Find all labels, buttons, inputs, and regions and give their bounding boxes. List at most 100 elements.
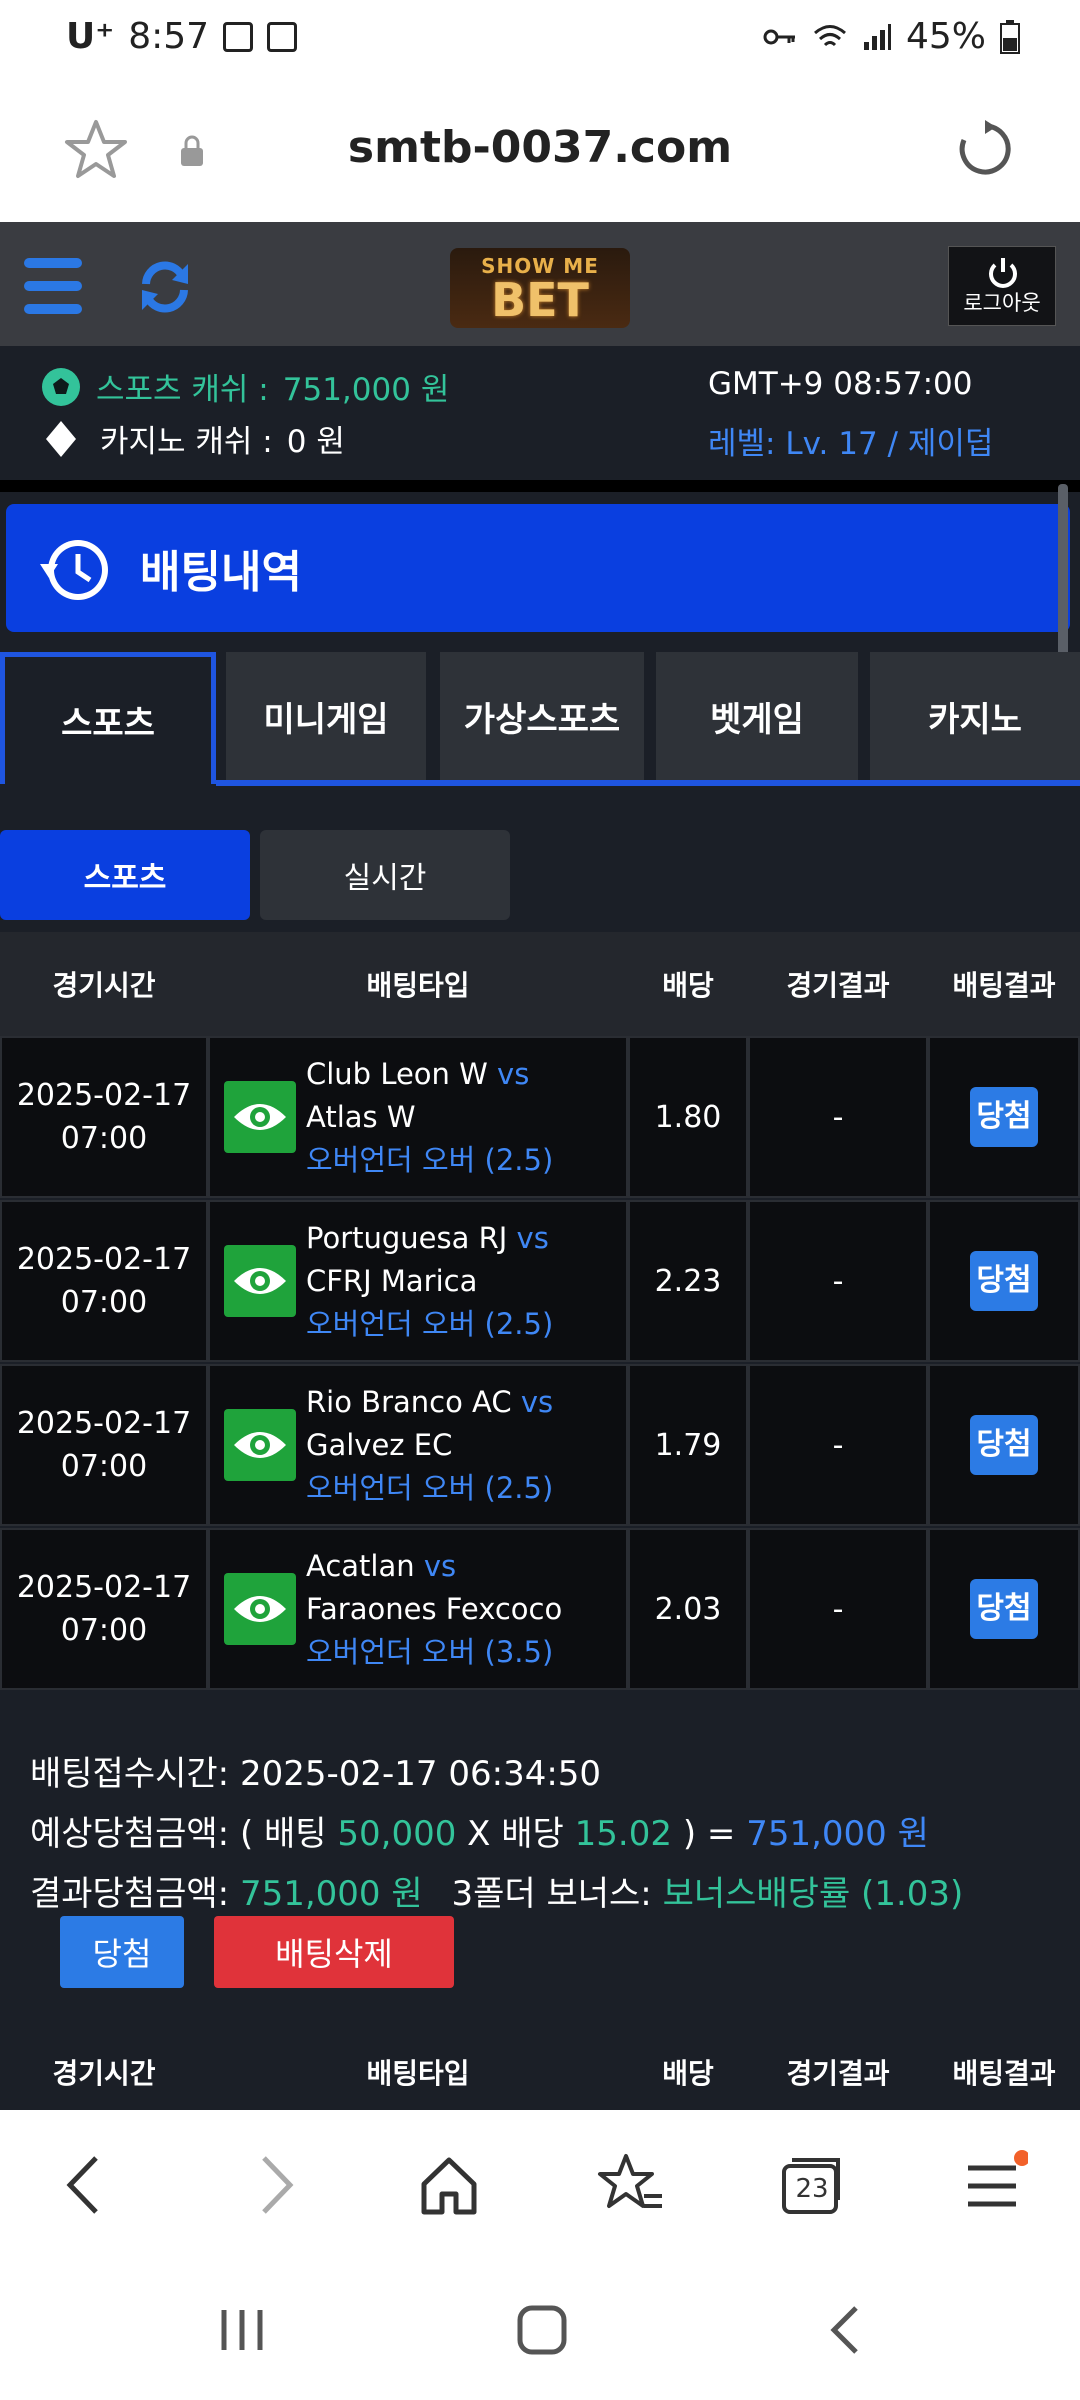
match-result: - (748, 1364, 928, 1526)
vs-label: vs (497, 1056, 530, 1091)
url-text[interactable]: smtb-0037.com (0, 122, 1080, 173)
logout-button[interactable]: 로그아웃 (948, 246, 1056, 326)
sports-cash-value: 751,000 원 (282, 372, 450, 408)
site-logo[interactable]: SHOW ME BET (450, 248, 630, 328)
vs-label: vs (516, 1220, 549, 1255)
equals-label: ) = (682, 1814, 736, 1854)
browser-toolbar: 23 (0, 2110, 1080, 2252)
win-button[interactable]: 당첨 (60, 1916, 184, 1988)
tab-minigame[interactable]: 미니게임 (226, 652, 426, 780)
menu-icon[interactable] (24, 258, 82, 316)
bet-result-cell: 당첨 (928, 1364, 1080, 1526)
col-header-bet-result: 배팅결과 (952, 969, 1056, 1002)
tab-virtual-sports[interactable]: 가상스포츠 (440, 652, 644, 780)
accept-time-label: 배팅접수시간: (30, 1754, 230, 1794)
eye-icon[interactable] (224, 1573, 296, 1645)
col-header-result: 경기결과 (786, 969, 890, 1002)
menu-icon[interactable] (958, 2150, 1028, 2220)
home-team: Club Leon W (306, 1056, 488, 1091)
vs-label: vs (520, 1384, 554, 1419)
bet-type-cell: Rio Branco AC vs Galvez EC 오버언더 오버 (2.5) (208, 1364, 628, 1526)
delete-bet-button[interactable]: 배팅삭제 (214, 1916, 454, 1988)
vs-label: vs (423, 1548, 457, 1583)
bet-market: 오버언더 오버 (3.5) (306, 1634, 554, 1669)
result-label: 결과당첨금액: (30, 1874, 230, 1914)
col-header-odds: 배당 (662, 2057, 714, 2090)
match-result: - (748, 1200, 928, 1362)
tabs-underline (216, 780, 1080, 786)
bet-type-cell: Portuguesa RJ vs CFRJ Marica 오버언더 오버 (2.5) (208, 1200, 628, 1362)
home-team: Portuguesa RJ (306, 1220, 508, 1255)
x-odds-label: X 배당 (467, 1814, 564, 1854)
eye-icon[interactable] (224, 1245, 296, 1317)
category-tabs: 스포츠 미니게임 가상스포츠 벳게임 카지노 (0, 652, 1080, 786)
match-date: 2025-02-17 (16, 1078, 192, 1113)
eye-icon[interactable] (224, 1409, 296, 1481)
casino-cash-value: 0 원 (286, 424, 345, 460)
status-badge: 당첨 (970, 1251, 1038, 1311)
divider (0, 480, 1080, 492)
home-icon[interactable] (414, 2150, 484, 2220)
bet-result-cell: 당첨 (928, 1200, 1080, 1362)
col-header-odds: 배당 (662, 969, 714, 1002)
reload-icon[interactable] (956, 120, 1014, 178)
col-header-result: 경기결과 (786, 2057, 890, 2090)
result-win-line: 결과당첨금액: 751,000 원 3폴더 보너스: 보너스배당률 (1.03) (30, 1866, 963, 1915)
system-back-icon[interactable] (818, 2302, 874, 2358)
match-date: 2025-02-17 (16, 1242, 192, 1277)
key-icon (763, 29, 795, 44)
subtab-sports[interactable]: 스포츠 (0, 830, 250, 920)
match-time: 2025-02-17 07:00 (0, 1200, 208, 1362)
logo-main-text: BET (491, 273, 589, 327)
expected-label: 예상당첨금액: ( 배팅 (30, 1814, 327, 1854)
odds: 2.03 (628, 1528, 748, 1690)
forward-icon[interactable] (238, 2150, 308, 2220)
back-icon[interactable] (52, 2150, 122, 2220)
match-time: 2025-02-17 07:00 (0, 1364, 208, 1526)
eye-icon[interactable] (224, 1081, 296, 1153)
soccer-ball-icon (42, 367, 80, 406)
match-hour: 07:00 (60, 1285, 148, 1320)
browser-url-bar: smtb-0037.com (0, 78, 1080, 224)
status-badge: 당첨 (970, 1579, 1038, 1639)
tab-casino[interactable]: 카지노 (870, 652, 1080, 780)
logout-label: 로그아웃 (963, 291, 1041, 315)
match-result: - (748, 1528, 928, 1690)
table-row: 2025-02-17 07:00 Club Leon W vs Atlas W 오버언… (0, 1036, 1080, 1198)
match-result: - (748, 1036, 928, 1198)
odds: 2.23 (628, 1200, 748, 1362)
refresh-icon[interactable] (136, 258, 194, 316)
table-header: 경기시간 배팅타입 배당 경기결과 배팅결과 (0, 2034, 1080, 2110)
match-date: 2025-02-17 (16, 1406, 192, 1441)
media-icon (267, 21, 298, 52)
subtab-live[interactable]: 실시간 (260, 830, 510, 920)
casino-cash-label: 카지노 캐쉬 : (100, 424, 273, 460)
tab-betgame[interactable]: 벳게임 (656, 652, 858, 780)
bet-type-cell: Club Leon W vs Atlas W 오버언더 오버 (2.5) (208, 1036, 628, 1198)
tabs-icon[interactable]: 23 (776, 2150, 846, 2220)
bet-amount: 50,000 (337, 1814, 457, 1854)
match-time: 2025-02-17 07:00 (0, 1528, 208, 1690)
tab-sports[interactable]: 스포츠 (0, 652, 216, 784)
signal-icon (863, 23, 891, 50)
site-header: SHOW ME BET 로그아웃 (0, 222, 1080, 349)
page-title: 배팅내역 (140, 547, 302, 598)
odds: 1.79 (628, 1364, 748, 1526)
match-hour: 07:00 (60, 1613, 148, 1648)
system-navigation-bar (0, 2252, 1080, 2400)
accept-time-line: 배팅접수시간: 2025-02-17 06:34:50 (30, 1746, 601, 1795)
tab-count: 23 (795, 2174, 829, 2204)
bookmarks-icon[interactable] (596, 2150, 666, 2220)
page-title-banner: 배팅내역 (6, 504, 1070, 632)
match-hour: 07:00 (60, 1121, 148, 1156)
bet-market: 오버언더 오버 (2.5) (306, 1142, 554, 1177)
expected-win-line: 예상당첨금액: ( 배팅 50,000 X 배당 15.02 ) = 751,0… (30, 1806, 929, 1855)
carrier-label: U⁺ (66, 16, 115, 57)
recent-apps-icon[interactable] (214, 2302, 270, 2358)
col-header-bet-result: 배팅결과 (952, 2057, 1056, 2090)
home-button-icon[interactable] (514, 2302, 570, 2358)
status-badge: 당첨 (970, 1087, 1038, 1147)
history-clock-icon (40, 540, 108, 600)
away-team: Faraones Fexcoco (306, 1591, 563, 1626)
user-level[interactable]: 레벨: Lv. 17 / 제이덥 (708, 418, 993, 463)
